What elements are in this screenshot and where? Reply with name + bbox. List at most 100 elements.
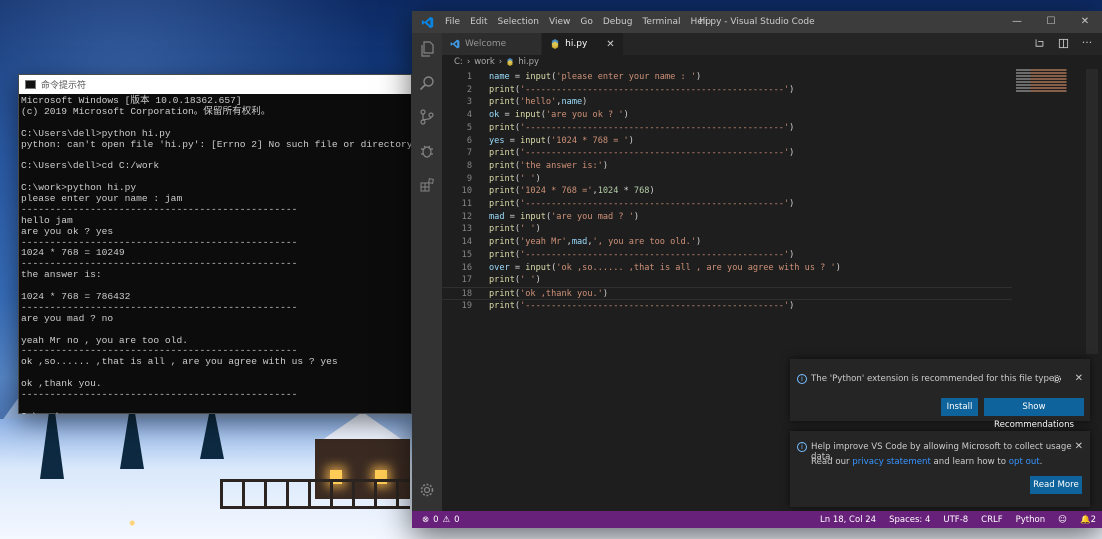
code-text: over = input('ok ,so...... ,that is all … xyxy=(489,262,841,273)
code-text: print('1024 * 768 =',1024 * 768) xyxy=(489,186,655,197)
editor-actions: ··· xyxy=(1032,36,1094,50)
code-text: print('---------------------------------… xyxy=(489,199,795,209)
line-number: 12 xyxy=(461,211,472,222)
notification-count: 2 xyxy=(1090,514,1096,525)
line-number: 16 xyxy=(461,262,472,273)
close-tab-icon[interactable]: ✕ xyxy=(606,39,614,50)
chevron-right-icon: › xyxy=(466,57,471,67)
window-controls: — ☐ ✕ xyxy=(1000,11,1102,33)
editor-scrollbar[interactable] xyxy=(1086,69,1098,354)
code-text: print('---------------------------------… xyxy=(489,148,795,159)
extensions-icon[interactable] xyxy=(419,177,435,193)
line-number: 11 xyxy=(461,199,472,209)
console-line: ----------------------------------------… xyxy=(21,203,298,215)
minimize-icon[interactable]: — xyxy=(1000,11,1034,33)
indentation[interactable]: Spaces: 4 xyxy=(889,515,930,525)
search-icon[interactable] xyxy=(419,75,435,91)
code-text: print('---------------------------------… xyxy=(489,122,795,133)
code-text: print('the answer is:') xyxy=(489,160,609,171)
editor-tabs: Welcome hi.py ✕ ··· xyxy=(442,33,1102,55)
end-of-line[interactable]: CRLF xyxy=(981,515,1002,525)
cursor-position[interactable]: Ln 18, Col 24 xyxy=(820,515,876,525)
opt-out-link[interactable]: opt out xyxy=(1009,457,1040,467)
menu-item-debug[interactable]: Debug xyxy=(598,11,638,33)
more-actions-icon[interactable]: ··· xyxy=(1080,36,1094,50)
install-button[interactable]: Install xyxy=(941,398,978,416)
line-number: 5 xyxy=(466,122,472,133)
tab-label: hi.py xyxy=(565,39,588,49)
console-line: are you mad ? no xyxy=(21,312,114,324)
activity-bar xyxy=(412,33,442,511)
manage-gear-icon[interactable] xyxy=(419,482,435,498)
close-icon[interactable]: ✕ xyxy=(1068,11,1102,33)
cmd-console-output[interactable]: Microsoft Windows [版本 10.0.18362.657] (c)… xyxy=(19,94,411,414)
explorer-icon[interactable] xyxy=(419,41,435,57)
maximize-icon[interactable]: ☐ xyxy=(1034,11,1068,33)
status-bar: ⊗ 0 ⚠ 0 Ln 18, Col 24 Spaces: 4 UTF-8 CR… xyxy=(412,511,1102,528)
line-number: 15 xyxy=(461,249,472,260)
minimap[interactable] xyxy=(1016,69,1088,95)
menu-item-go[interactable]: Go xyxy=(575,11,597,33)
read-more-button[interactable]: Read More xyxy=(1030,476,1082,494)
telemetry-notification: i Help improve VS Code by allowing Micro… xyxy=(790,431,1090,507)
notifications-status[interactable]: 🔔2 xyxy=(1080,515,1096,525)
cmd-titlebar[interactable]: 命令提示符 xyxy=(19,75,411,94)
line-number: 13 xyxy=(461,224,472,235)
notification-detail: Read our privacy statement and learn how… xyxy=(811,457,1042,467)
open-changes-icon[interactable] xyxy=(1032,36,1046,50)
console-line: ----------------------------------------… xyxy=(21,389,298,401)
code-line[interactable]: 18 print('ok ,thank you.') xyxy=(442,286,1012,300)
command-prompt-window[interactable]: 命令提示符 Microsoft Windows [版本 10.0.18362.6… xyxy=(18,74,412,414)
menu-item-selection[interactable]: Selection xyxy=(493,11,544,33)
breadcrumb-folder[interactable]: work xyxy=(474,57,495,67)
console-line: C:\Users\dell>python hi.py xyxy=(21,127,171,139)
language-mode[interactable]: Python xyxy=(1016,515,1045,525)
menu-item-file[interactable]: File xyxy=(440,11,465,33)
breadcrumb-file[interactable]: hi.py xyxy=(518,57,539,67)
info-icon: i xyxy=(797,442,807,452)
titlebar[interactable]: File Edit Selection View Go Debug Terminal Help… xyxy=(412,11,1102,33)
tab-hi-py[interactable]: hi.py ✕ xyxy=(542,33,624,55)
cmd-icon xyxy=(25,80,36,89)
code-editor[interactable]: 1 name = input('please enter your name : … xyxy=(442,70,1012,370)
info-icon: i xyxy=(797,374,807,384)
status-right: Ln 18, Col 24 Spaces: 4 UTF-8 CRLF Pytho… xyxy=(820,511,1096,528)
code-text: print(' ') xyxy=(489,173,541,184)
split-editor-icon[interactable] xyxy=(1056,36,1070,50)
console-line: ok ,so...... ,that is all , are you agre… xyxy=(21,356,338,368)
menu-item-help[interactable]: Help xyxy=(685,11,716,33)
error-icon: ⊗ xyxy=(422,514,430,525)
chevron-right-icon: › xyxy=(498,57,503,67)
close-notification-icon[interactable]: ✕ xyxy=(1075,441,1083,452)
encoding[interactable]: UTF-8 xyxy=(943,515,968,525)
menu-item-terminal[interactable]: Terminal xyxy=(637,11,685,33)
breadcrumb-drive[interactable]: C: xyxy=(454,57,463,67)
line-number: 7 xyxy=(466,148,472,159)
tab-welcome[interactable]: Welcome xyxy=(442,33,543,55)
line-number: 4 xyxy=(466,110,472,121)
python-extension-notification: i The 'Python' extension is recommended … xyxy=(790,359,1090,430)
console-line: are you ok ? yes xyxy=(21,225,114,237)
privacy-statement-link[interactable]: privacy statement xyxy=(852,457,931,467)
debug-icon[interactable] xyxy=(419,143,435,159)
console-line: C:\work> xyxy=(21,411,409,414)
warning-count: 0 xyxy=(454,514,460,525)
line-number: 8 xyxy=(466,160,472,171)
gear-icon[interactable] xyxy=(1052,374,1062,384)
close-notification-icon[interactable]: ✕ xyxy=(1075,373,1083,384)
menu-item-edit[interactable]: Edit xyxy=(465,11,492,33)
problems-status[interactable]: ⊗ 0 ⚠ 0 xyxy=(412,515,460,525)
menu-item-view[interactable]: View xyxy=(544,11,575,33)
source-control-icon[interactable] xyxy=(419,109,435,125)
line-number: 19 xyxy=(461,300,472,311)
feedback-icon[interactable]: ☺ xyxy=(1058,515,1067,525)
notification-message: The 'Python' extension is recommended fo… xyxy=(811,374,1057,384)
warning-icon: ⚠ xyxy=(442,514,451,525)
vscode-window: File Edit Selection View Go Debug Terminal Help… xyxy=(412,11,1102,528)
code-text: print('---------------------------------… xyxy=(489,84,795,95)
text-fragment: and learn how to xyxy=(930,457,1009,467)
show-recommendations-button[interactable]: Show Recommendations xyxy=(984,398,1084,430)
python-file-icon xyxy=(507,58,513,66)
vscode-tab-icon xyxy=(450,39,460,49)
